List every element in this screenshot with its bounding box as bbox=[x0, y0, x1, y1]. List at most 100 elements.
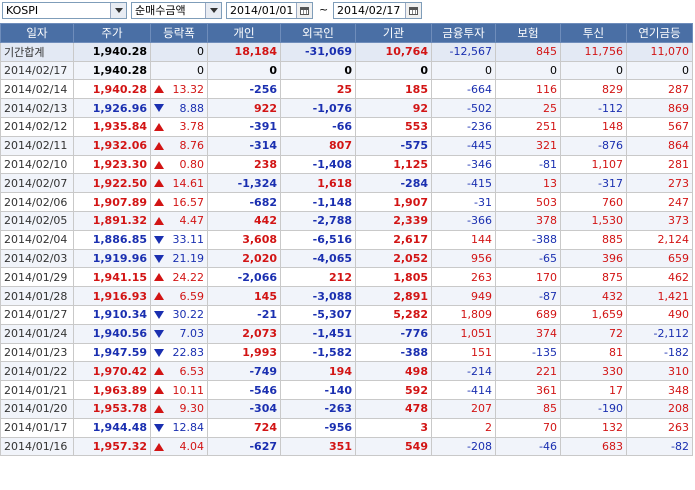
foreign-cell: 25 bbox=[280, 79, 356, 100]
trust-cell: 132 bbox=[560, 417, 627, 438]
pension-cell: 281 bbox=[626, 154, 693, 175]
table-row[interactable]: 2014/02/13 1,926.96 8.88 922 -1,076 92 -502 25-… bbox=[0, 98, 693, 118]
insurance-cell: 0 bbox=[495, 60, 561, 81]
date-cell: 2014/01/17 bbox=[0, 417, 74, 438]
individual-cell: 3,608 bbox=[207, 229, 281, 250]
col-header[interactable]: 금융투자 bbox=[431, 23, 496, 43]
triangle-up-icon bbox=[154, 292, 164, 301]
table-row[interactable]: 2014/02/17 1,940.28 0 0 0 0 0 0 0 0 bbox=[0, 60, 693, 81]
col-header[interactable]: 등락폭 bbox=[150, 23, 208, 43]
individual-cell: -314 bbox=[207, 135, 281, 156]
price-cell: 1,923.30 bbox=[73, 154, 151, 175]
table-row[interactable]: 2014/01/17 1,944.48 12.84 724 -956 3 2 70 132 263 bbox=[0, 417, 693, 438]
col-header[interactable]: 기관 bbox=[355, 23, 432, 43]
date-cell: 2014/01/21 bbox=[0, 380, 74, 400]
fin-invest-cell: -346 bbox=[431, 154, 496, 175]
foreign-cell: 351 bbox=[280, 436, 356, 457]
table-row[interactable]: 2014/02/14 1,940.28 13.32 -256 25 185 -664 116 8… bbox=[0, 79, 693, 100]
individual-cell: 2,020 bbox=[207, 248, 281, 269]
change-value: 4.47 bbox=[179, 214, 205, 228]
individual-cell: -546 bbox=[207, 380, 281, 400]
pension-cell: 287 bbox=[626, 79, 693, 100]
table-row[interactable]: 2014/01/21 1,963.89 10.11 -546 -140 592 -414 36… bbox=[0, 380, 693, 400]
table-row[interactable]: 2014/01/27 1,910.34 30.22 -21 -5,307 5,282 1,8… bbox=[0, 304, 693, 325]
col-header[interactable]: 투신 bbox=[560, 23, 627, 43]
insurance-cell: 13 bbox=[495, 173, 561, 194]
trust-cell: 72 bbox=[560, 323, 627, 344]
foreign-cell: 212 bbox=[280, 267, 356, 288]
col-header[interactable]: 연기금등 bbox=[626, 23, 693, 43]
change-cell: 0.80 bbox=[150, 154, 208, 175]
trust-cell: 829 bbox=[560, 79, 627, 100]
change-cell: 12.84 bbox=[150, 417, 208, 438]
foreign-cell: 0 bbox=[280, 60, 356, 81]
table-row[interactable]: 2014/02/05 1,891.32 4.47 442 -2,788 2,339 -366… bbox=[0, 210, 693, 231]
col-header[interactable]: 개인 bbox=[207, 23, 281, 43]
insurance-cell: 116 bbox=[495, 79, 561, 100]
foreign-cell: -1,148 bbox=[280, 192, 356, 212]
col-header[interactable]: 외국인 bbox=[280, 23, 356, 43]
pension-cell: 373 bbox=[626, 210, 693, 231]
col-header[interactable]: 주가 bbox=[73, 23, 151, 43]
type-select[interactable]: 순매수금액 bbox=[131, 2, 222, 19]
pension-cell: 869 bbox=[626, 98, 693, 118]
index-select[interactable]: KOSPI bbox=[2, 2, 127, 19]
foreign-cell: -2,788 bbox=[280, 210, 356, 231]
table-row[interactable]: 2014/02/11 1,932.06 8.76 -314 807 -575 -445 321… bbox=[0, 135, 693, 156]
fin-invest-cell: 0 bbox=[431, 60, 496, 81]
calendar-icon[interactable] bbox=[405, 3, 421, 18]
trust-cell: 11,756 bbox=[560, 41, 627, 62]
individual-cell: 442 bbox=[207, 210, 281, 231]
change-value: 22.83 bbox=[172, 345, 205, 359]
chevron-down-icon[interactable] bbox=[205, 3, 221, 18]
end-date-field[interactable]: 2014/02/17 bbox=[333, 2, 422, 19]
summary-row[interactable]: 기간합계 1,940.28 0 18,184 -31,069 10,764 -12,567 8… bbox=[0, 41, 693, 62]
price-cell: 1,940.28 bbox=[73, 41, 151, 62]
individual-cell: 922 bbox=[207, 98, 281, 118]
triangle-up-icon bbox=[154, 404, 164, 413]
date-cell: 2014/01/29 bbox=[0, 267, 74, 288]
change-cell: 14.61 bbox=[150, 173, 208, 194]
institution-cell: 478 bbox=[355, 398, 432, 419]
table-row[interactable]: 2014/01/28 1,916.93 6.59 145 -3,088 2,891 949-… bbox=[0, 286, 693, 306]
table-row[interactable]: 2014/01/23 1,947.59 22.83 1,993 -1,582 -388 15… bbox=[0, 342, 693, 363]
triangle-down-icon bbox=[154, 254, 164, 263]
date-cell: 2014/02/14 bbox=[0, 79, 74, 100]
calendar-icon[interactable] bbox=[296, 3, 312, 18]
table-row[interactable]: 2014/01/20 1,953.78 9.30 -304 -263 478 207 85 -1… bbox=[0, 398, 693, 419]
table-row[interactable]: 2014/02/03 1,919.96 21.19 2,020 -4,065 2,052 9… bbox=[0, 248, 693, 269]
table-row[interactable]: 2014/01/24 1,940.56 7.03 2,073 -1,451 -776 1,0… bbox=[0, 323, 693, 344]
individual-cell: 2,073 bbox=[207, 323, 281, 344]
trust-cell: 330 bbox=[560, 361, 627, 382]
fin-invest-cell: 1,809 bbox=[431, 304, 496, 325]
start-date-field[interactable]: 2014/01/01 bbox=[226, 2, 313, 19]
change-cell: 0 bbox=[150, 41, 208, 62]
change-cell: 21.19 bbox=[150, 248, 208, 269]
pension-cell: 2,124 bbox=[626, 229, 693, 250]
table-row[interactable]: 2014/01/22 1,970.42 6.53 -749 194 498 -214 221 3… bbox=[0, 361, 693, 382]
table-row[interactable]: 2014/02/04 1,886.85 33.11 3,608 -6,516 2,617 1… bbox=[0, 229, 693, 250]
table-row[interactable]: 2014/02/06 1,907.89 16.57 -682 -1,148 1,907 -3… bbox=[0, 192, 693, 212]
foreign-cell: -1,451 bbox=[280, 323, 356, 344]
table-row[interactable]: 2014/01/29 1,941.15 24.22 -2,066 212 1,805 263… bbox=[0, 267, 693, 288]
institution-cell: 2,891 bbox=[355, 286, 432, 306]
price-cell: 1,926.96 bbox=[73, 98, 151, 118]
triangle-up-icon bbox=[154, 442, 164, 451]
change-cell: 4.04 bbox=[150, 436, 208, 457]
table-row[interactable]: 2014/02/07 1,922.50 14.61 -1,324 1,618 -284 -4… bbox=[0, 173, 693, 194]
triangle-up-icon bbox=[154, 160, 164, 169]
table-row[interactable]: 2014/01/16 1,957.32 4.04 -627 351 549 -208 -46 6… bbox=[0, 436, 693, 457]
chevron-down-icon[interactable] bbox=[110, 3, 126, 18]
pension-cell: 0 bbox=[626, 60, 693, 81]
institution-cell: 2,052 bbox=[355, 248, 432, 269]
col-header[interactable]: 보험 bbox=[495, 23, 561, 43]
change-value: 30.22 bbox=[172, 308, 205, 322]
investor-trade-table: 일자 주가 등락폭 개인 외국인 기관 금융투자 보험 투신 연기금등 기간합계… bbox=[0, 23, 693, 457]
insurance-cell: 503 bbox=[495, 192, 561, 212]
change-value: 21.19 bbox=[172, 251, 205, 265]
change-value: 4.04 bbox=[179, 439, 205, 453]
trust-cell: 396 bbox=[560, 248, 627, 269]
col-header[interactable]: 일자 bbox=[0, 23, 74, 43]
table-row[interactable]: 2014/02/12 1,935.84 3.78 -391 -66 553 -236 251 1… bbox=[0, 116, 693, 137]
table-row[interactable]: 2014/02/10 1,923.30 0.80 238 -1,408 1,125 -346… bbox=[0, 154, 693, 175]
